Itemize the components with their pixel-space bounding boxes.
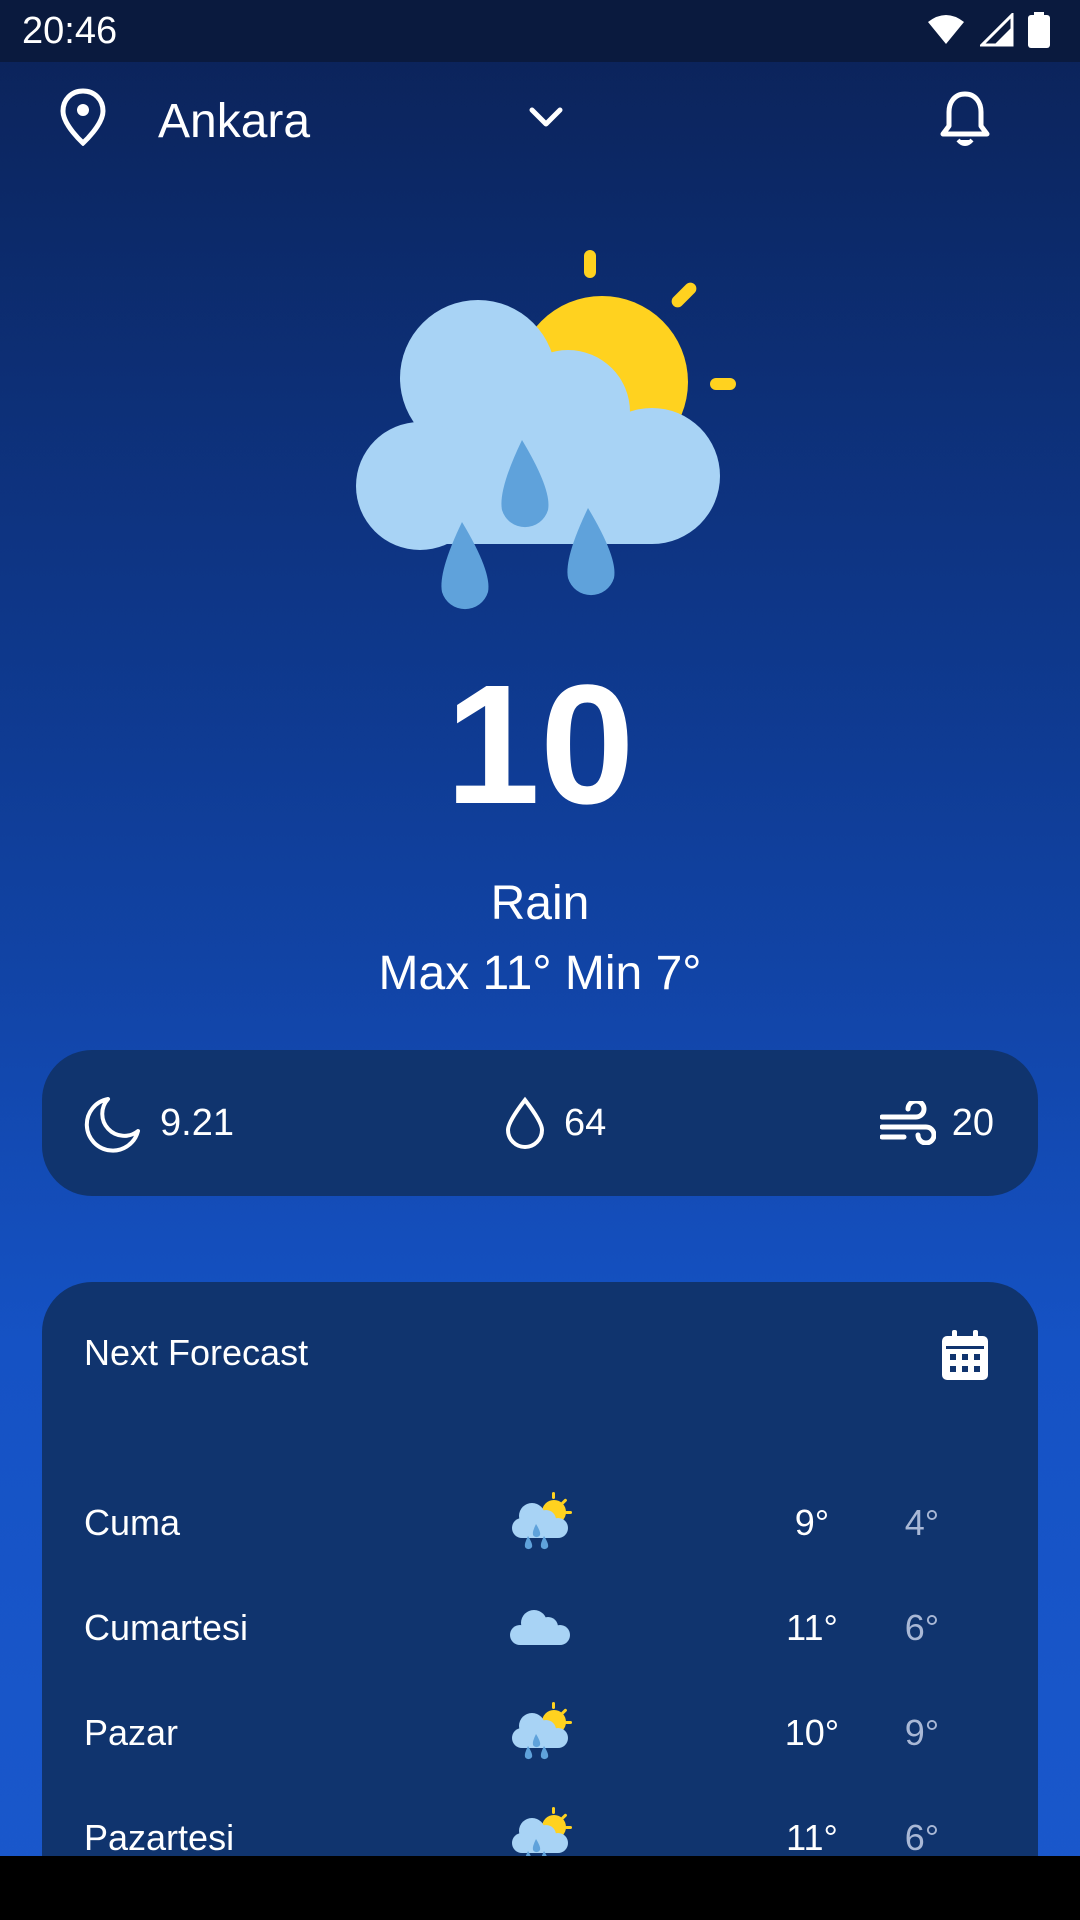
signal-icon	[980, 13, 1014, 47]
weather-rain-sun-icon	[356, 250, 736, 610]
stats-card: 9.21 64 20	[42, 1050, 1038, 1196]
stat-wind: 20	[879, 1050, 994, 1196]
status-time: 20:46	[22, 10, 118, 52]
forecast-row: Cuma 9° 4°	[42, 1482, 1038, 1562]
calendar-icon[interactable]	[940, 1328, 990, 1382]
forecast-day: Cuma	[84, 1502, 181, 1543]
system-navigation-bar	[0, 1856, 1080, 1920]
water-drop-icon	[505, 1096, 545, 1149]
stat-humidity: 64	[502, 1050, 606, 1196]
forecast-day: Cumartesi	[84, 1607, 249, 1648]
forecast-day: Pazartesi	[84, 1817, 235, 1858]
current-condition: Rain	[490, 877, 590, 930]
forecast-day: Pazar	[84, 1712, 179, 1753]
wind-value: 20	[951, 1101, 994, 1144]
forecast-row: Cumartesi 11° 6°	[42, 1587, 1038, 1667]
location-pin-icon[interactable]	[60, 88, 106, 146]
forecast-title: Next Forecast	[84, 1332, 309, 1373]
battery-icon	[1028, 12, 1050, 48]
sun-cloud-rain-icon	[512, 1492, 572, 1550]
chevron-down-icon[interactable]	[526, 98, 566, 138]
current-temperature: 10	[445, 650, 635, 840]
forecast-min: 6°	[904, 1817, 940, 1858]
humidity-value: 64	[564, 1101, 607, 1144]
stat-moon: 9.21	[84, 1050, 234, 1196]
sun-cloud-rain-icon	[512, 1702, 572, 1760]
max-min-temperature: Max 11° Min 7°	[378, 947, 702, 1000]
wind-icon	[879, 1101, 936, 1145]
moon-icon	[84, 1097, 140, 1153]
forecast-max: 9°	[794, 1502, 830, 1543]
wifi-icon	[928, 15, 964, 44]
forecast-row: Pazar 10° 9°	[42, 1692, 1038, 1772]
cloud-icon	[510, 1610, 570, 1645]
forecast-min: 4°	[904, 1502, 940, 1543]
forecast-min: 6°	[904, 1607, 940, 1648]
city-name[interactable]: Ankara	[158, 94, 310, 149]
forecast-card: Next Forecast Cuma 9° 4° Cumartesi 11° 6…	[42, 1282, 1038, 1920]
status-bar: 20:46	[0, 0, 1080, 62]
moon-value: 9.21	[160, 1101, 234, 1144]
top-bar: Ankara	[0, 62, 1080, 172]
forecast-max: 11°	[786, 1817, 838, 1858]
status-icons	[926, 12, 1050, 48]
notification-bell-icon[interactable]	[938, 90, 992, 150]
forecast-max: 11°	[786, 1607, 838, 1648]
forecast-max: 10°	[784, 1712, 840, 1753]
forecast-min: 9°	[904, 1712, 940, 1753]
